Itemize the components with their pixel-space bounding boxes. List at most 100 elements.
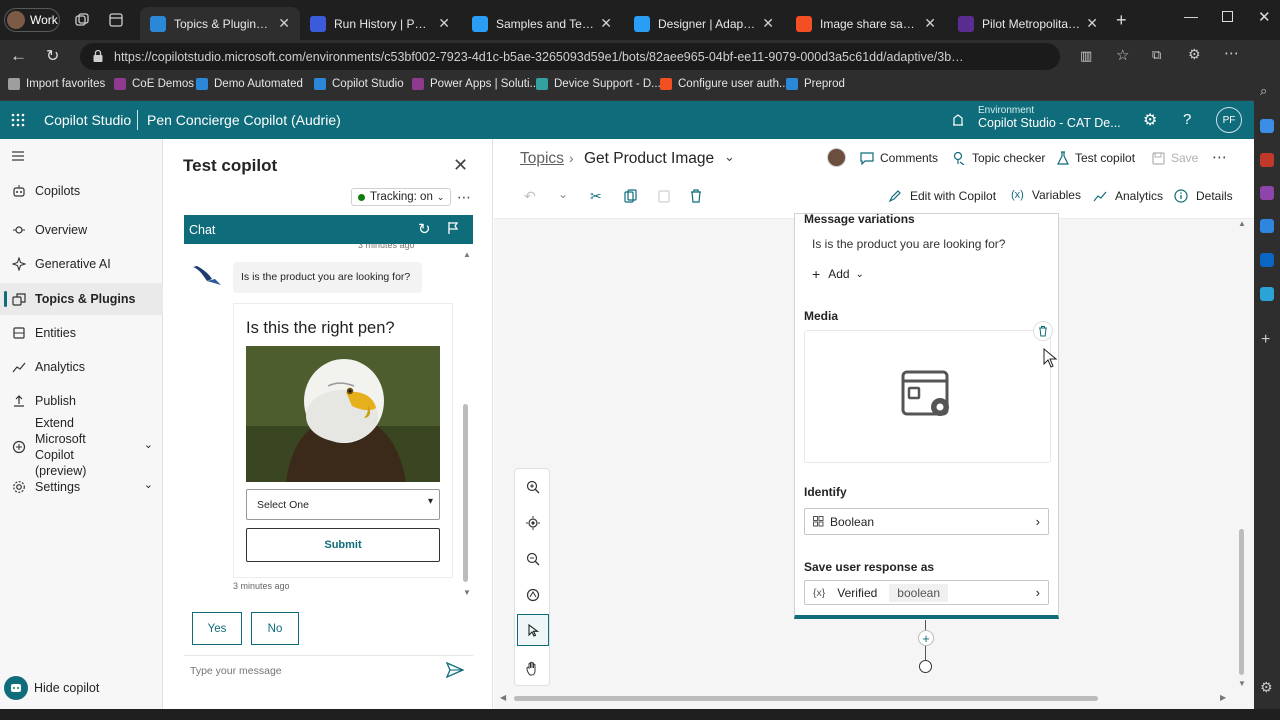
identify-selector[interactable]: Boolean ›: [804, 508, 1049, 535]
workspaces-icon[interactable]: [74, 12, 90, 28]
app-name[interactable]: Copilot Studio: [44, 112, 131, 128]
edit-with-copilot-button[interactable]: Edit with Copilot: [888, 189, 996, 203]
scroll-right-icon[interactable]: ▶: [1220, 693, 1226, 702]
profile-button[interactable]: Work: [4, 8, 60, 32]
tab-close-icon[interactable]: ✕: [1086, 15, 1098, 32]
topic-checker-button[interactable]: Topic checker: [952, 151, 1045, 165]
sidebar-outlook-icon[interactable]: [1260, 253, 1274, 267]
scroll-down-icon[interactable]: ▼: [1238, 679, 1246, 688]
sidebar-item-entities[interactable]: Entities: [0, 317, 163, 349]
tab-close-icon[interactable]: ✕: [600, 15, 612, 32]
tab-close-icon[interactable]: ✕: [924, 15, 936, 32]
url-field[interactable]: https://copilotstudio.microsoft.com/envi…: [80, 43, 1060, 70]
favorite-link[interactable]: Configure user auth...: [660, 78, 789, 90]
details-button[interactable]: Details: [1174, 189, 1233, 203]
quick-reply-yes[interactable]: Yes: [192, 612, 242, 645]
copy-icon[interactable]: [624, 189, 637, 203]
sidebar-add-icon[interactable]: +: [1261, 331, 1270, 349]
settings-gear-icon[interactable]: ⚙: [1143, 110, 1157, 130]
tab-actions-icon[interactable]: [108, 12, 124, 28]
extensions-icon[interactable]: ⚙: [1188, 46, 1201, 63]
restart-chat-icon[interactable]: ↻: [418, 220, 431, 238]
sidebar-games-icon[interactable]: [1260, 186, 1274, 200]
browser-tab[interactable]: Samples and Templates ✕: [462, 7, 622, 40]
topic-menu-chevron-icon[interactable]: ⌄: [724, 149, 735, 165]
tracking-toggle[interactable]: Tracking: on ⌄: [351, 188, 452, 206]
sidebar-item-robot[interactable]: Copilots: [0, 175, 163, 207]
browser-tab[interactable]: Designer | Adaptive Card ✕: [624, 7, 784, 40]
add-variation-button[interactable]: + Add ⌄: [812, 266, 864, 282]
canvas-vscroll-thumb[interactable]: [1239, 529, 1244, 675]
sidebar-tools-icon[interactable]: [1260, 153, 1274, 167]
select-mode-icon[interactable]: [517, 614, 549, 646]
sidebar-item-extend[interactable]: Extend Microsoft Copilot (preview) ⌄: [0, 416, 163, 478]
help-icon[interactable]: ?: [1183, 111, 1191, 128]
user-avatar[interactable]: PF: [1216, 107, 1242, 133]
sidebar-m365-icon[interactable]: [1260, 219, 1274, 233]
split-screen-icon[interactable]: ▥: [1080, 48, 1092, 64]
sidebar-item-publish[interactable]: Publish: [0, 385, 163, 417]
chat-scroll-thumb[interactable]: [463, 404, 468, 582]
favorite-link[interactable]: Preprod: [786, 78, 845, 90]
close-panel-icon[interactable]: ✕: [453, 155, 468, 176]
sidebar-item-topics[interactable]: Topics & Plugins: [0, 283, 163, 315]
favorite-link[interactable]: Power Apps | Soluti...: [412, 78, 539, 90]
hide-copilot-button[interactable]: Hide copilot: [34, 681, 99, 695]
browser-tab[interactable]: Run History | Power Auto ✕: [300, 7, 460, 40]
save-button[interactable]: Save: [1152, 151, 1198, 165]
send-icon[interactable]: [446, 662, 464, 678]
collaborator-avatar[interactable]: [827, 148, 846, 167]
minimap-icon[interactable]: [515, 577, 551, 613]
sidebar-send-icon[interactable]: [1260, 287, 1274, 301]
favorite-link[interactable]: Copilot Studio: [314, 78, 404, 90]
browser-tab[interactable]: Topics & Plugins - Pen C ✕: [140, 7, 300, 40]
tab-close-icon[interactable]: ✕: [278, 15, 290, 32]
sidebar-settings-icon[interactable]: ⚙: [1260, 679, 1273, 696]
scroll-down-icon[interactable]: ▼: [463, 588, 471, 597]
canvas-horizontal-scrollbar[interactable]: ◀ ▶: [500, 693, 1228, 703]
zoom-out-icon[interactable]: [515, 541, 551, 577]
canvas-vertical-scrollbar[interactable]: ▲ ▼: [1238, 219, 1246, 689]
browser-more-icon[interactable]: ⋯: [1224, 44, 1239, 62]
window-close-icon[interactable]: ✕: [1258, 8, 1271, 26]
bot-name[interactable]: Pen Concierge Copilot (Audrie): [147, 112, 341, 128]
zoom-in-icon[interactable]: [515, 469, 551, 505]
minimize-icon[interactable]: —: [1184, 8, 1198, 24]
sidebar-copilot-icon[interactable]: [1260, 119, 1274, 133]
chat-message-input[interactable]: [190, 662, 430, 680]
undo-menu-chevron-icon[interactable]: ⌄: [558, 187, 568, 201]
sidebar-item-analytics[interactable]: Analytics: [0, 351, 163, 383]
tab-close-icon[interactable]: ✕: [438, 15, 450, 32]
sidebar-search-icon[interactable]: ⌕: [1260, 83, 1267, 99]
favorite-link[interactable]: CoE Demos: [114, 78, 194, 90]
cut-icon[interactable]: ✂: [590, 188, 602, 205]
flag-icon[interactable]: [447, 221, 459, 235]
scroll-up-icon[interactable]: ▲: [1238, 219, 1246, 228]
delete-icon[interactable]: [690, 189, 702, 203]
refresh-icon[interactable]: ↻: [46, 46, 59, 66]
topic-title[interactable]: Get Product Image: [584, 150, 714, 168]
quick-reply-no[interactable]: No: [251, 612, 299, 645]
message-variation[interactable]: Is is the product you are looking for?: [812, 237, 1005, 251]
comments-button[interactable]: Comments: [860, 151, 938, 165]
delete-media-icon[interactable]: [1033, 321, 1053, 341]
pan-hand-icon[interactable]: [515, 651, 551, 687]
save-response-variable[interactable]: {x} Verified boolean ›: [804, 580, 1049, 605]
app-launcher-icon[interactable]: [11, 113, 25, 127]
scroll-left-icon[interactable]: ◀: [500, 693, 506, 702]
back-icon[interactable]: ←: [10, 46, 27, 66]
breadcrumb-topics[interactable]: Topics: [520, 150, 564, 168]
environment-picker[interactable]: Environment Copilot Studio - CAT De...: [978, 105, 1121, 130]
sidebar-item-settings[interactable]: Settings ⌄: [0, 471, 163, 503]
favorite-link[interactable]: Import favorites: [8, 78, 105, 90]
sidebar-item-sparkle[interactable]: Generative AI: [0, 248, 163, 280]
paste-icon[interactable]: [658, 189, 670, 203]
panel-more-icon[interactable]: ⋯: [457, 189, 471, 206]
variables-button[interactable]: (x) Variables: [1011, 188, 1081, 202]
browser-tab[interactable]: Pilot Metropolitan Fount ✕: [948, 7, 1108, 40]
media-card-placeholder[interactable]: [804, 330, 1051, 463]
editor-more-icon[interactable]: ⋯: [1212, 148, 1227, 166]
analytics-button[interactable]: Analytics: [1093, 189, 1163, 203]
maximize-icon[interactable]: [1222, 11, 1233, 22]
favorite-link[interactable]: Device Support - D...: [536, 78, 661, 90]
